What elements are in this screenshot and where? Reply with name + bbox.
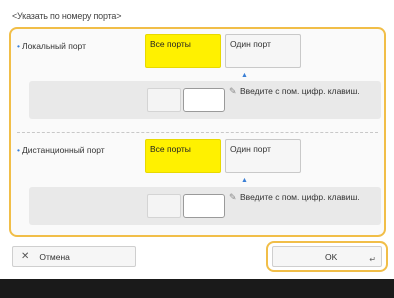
- remote-port-entry-area: ✎ Введите с пом. цифр. клавиш.: [29, 187, 381, 225]
- local-all-ports-button[interactable]: Все порты: [145, 34, 221, 68]
- ok-button-focus-frame: OK ↵: [266, 241, 388, 272]
- remote-port-number-field[interactable]: [183, 194, 225, 218]
- local-one-port-button[interactable]: Один порт: [225, 34, 301, 68]
- local-port-blank-box: [147, 88, 181, 112]
- enter-icon: ↵: [369, 255, 376, 264]
- local-port-number-field[interactable]: [183, 88, 225, 112]
- local-port-entry-area: ✎ Введите с пом. цифр. клавиш.: [29, 81, 381, 119]
- remote-all-ports-button[interactable]: Все порты: [145, 139, 221, 173]
- cancel-button[interactable]: ✕ Отмена: [12, 246, 136, 267]
- remote-port-label: • Дистанционный порт: [17, 145, 105, 155]
- remote-one-port-button[interactable]: Один порт: [225, 139, 301, 173]
- local-port-label: • Локальный порт: [17, 41, 86, 51]
- bullet-icon: •: [17, 41, 20, 51]
- port-settings-panel: • Локальный порт Все порты Один порт ▲ ✎ …: [9, 27, 386, 237]
- page-title: <Указать по номеру порта>: [12, 11, 122, 21]
- keypad-icon: ✎: [229, 86, 237, 96]
- bottom-status-bar: [0, 279, 394, 298]
- remote-port-blank-box: [147, 194, 181, 218]
- bullet-icon: •: [17, 145, 20, 155]
- up-arrow-icon: ▲: [241, 72, 248, 79]
- up-arrow-icon: ▲: [241, 177, 248, 184]
- numeric-keys-hint: ✎ Введите с пом. цифр. клавиш.: [229, 86, 360, 96]
- keypad-icon: ✎: [229, 192, 237, 202]
- local-port-section: • Локальный порт Все порты Один порт ▲ ✎ …: [11, 29, 384, 131]
- numeric-keys-hint: ✎ Введите с пом. цифр. клавиш.: [229, 192, 360, 202]
- ok-button[interactable]: OK ↵: [272, 246, 382, 267]
- close-icon: ✕: [21, 251, 30, 262]
- remote-port-section: • Дистанционный порт Все порты Один порт …: [11, 133, 384, 237]
